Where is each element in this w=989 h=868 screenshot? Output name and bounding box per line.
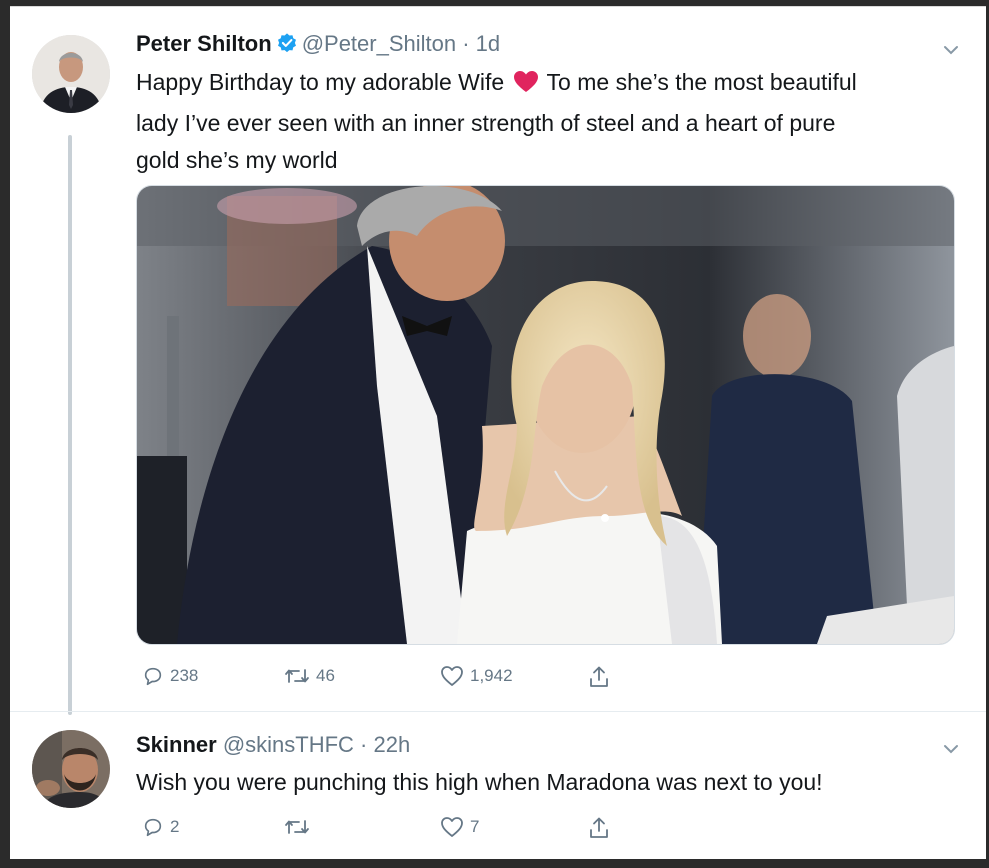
- like-button[interactable]: 1,942: [440, 665, 513, 687]
- retweet-icon: [284, 665, 310, 687]
- retweet-button[interactable]: 46: [284, 665, 335, 687]
- share-button[interactable]: [588, 665, 610, 689]
- tweet-text-line-3: gold she’s my world: [136, 147, 338, 173]
- tweet-text-line-1: Happy Birthday to my adorable Wife To me…: [136, 64, 857, 105]
- reply-icon: [142, 665, 164, 687]
- reply-reply-button[interactable]: 2: [142, 816, 179, 838]
- tweet-photo[interactable]: [136, 185, 955, 645]
- reply-author-handle-time[interactable]: @skinsTHFC · 22h: [223, 732, 410, 757]
- photo-couple-wedding: [137, 186, 954, 644]
- tweet-text: Happy Birthday to my adorable Wife To me…: [136, 64, 857, 179]
- reply-retweet-button[interactable]: [284, 816, 316, 838]
- reply-like-count: 7: [470, 817, 480, 836]
- reply-icon: [142, 816, 164, 838]
- like-count: 1,942: [470, 666, 513, 685]
- reply-like-button[interactable]: 7: [440, 816, 479, 838]
- like-icon: [440, 816, 464, 838]
- like-icon: [440, 665, 464, 687]
- avatar-peter-shilton[interactable]: [32, 35, 110, 113]
- reply-share-button[interactable]: [588, 816, 610, 840]
- tweet-actions: 238 46 1,942: [136, 665, 736, 695]
- retweet-count: 46: [316, 666, 335, 685]
- reply-text: Wish you were punching this high when Ma…: [136, 769, 823, 795]
- tweet-peter-shilton[interactable]: Peter Shilton @Peter_Shilton · 1d Happy B…: [10, 7, 986, 715]
- tweet-skinner-reply[interactable]: Skinner @skinsTHFC · 22h Wish you were p…: [10, 712, 986, 859]
- share-icon: [588, 816, 610, 840]
- tweet-text-part: To me she’s the most beautiful: [546, 69, 857, 95]
- red-heart-emoji: [513, 68, 539, 105]
- verified-badge-icon: [276, 32, 298, 60]
- reply-author-name[interactable]: Skinner: [136, 732, 217, 757]
- retweet-icon: [284, 816, 310, 838]
- reply-reply-count: 2: [170, 817, 180, 836]
- reply-button[interactable]: 238: [142, 665, 198, 687]
- chevron-down-icon[interactable]: [942, 41, 960, 59]
- thread-line: [68, 135, 72, 715]
- reply-actions: 2 7: [136, 816, 736, 846]
- author-handle-time[interactable]: @Peter_Shilton · 1d: [302, 31, 500, 56]
- tweet-text-line-2: lady I’ve ever seen with an inner streng…: [136, 110, 836, 136]
- tweet-text-part: Happy Birthday to my adorable Wife: [136, 69, 505, 95]
- author-name[interactable]: Peter Shilton: [136, 31, 272, 56]
- avatar-skinner[interactable]: [32, 730, 110, 808]
- share-icon: [588, 665, 610, 689]
- tweet-card: Peter Shilton @Peter_Shilton · 1d Happy B…: [10, 6, 986, 859]
- reply-header: Skinner @skinsTHFC · 22h: [136, 732, 410, 758]
- reply-chevron-down-icon[interactable]: [942, 740, 960, 758]
- reply-count: 238: [170, 666, 199, 685]
- tweet-header: Peter Shilton @Peter_Shilton · 1d: [136, 31, 500, 60]
